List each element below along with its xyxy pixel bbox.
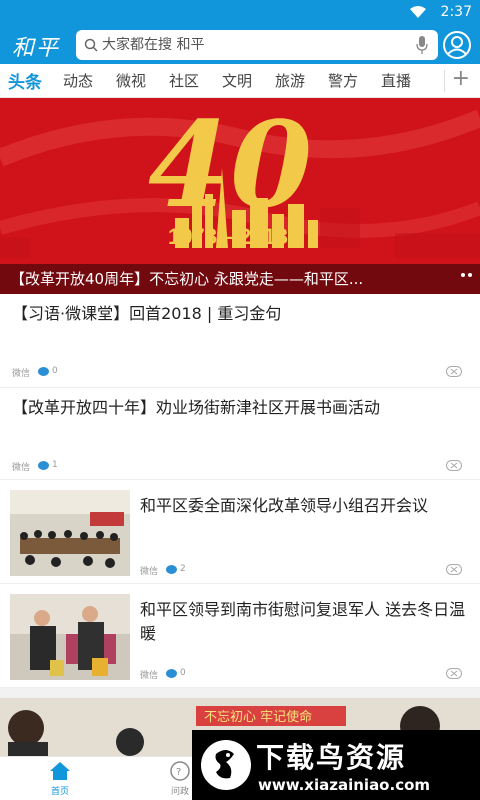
carousel-dot [468, 273, 472, 277]
hero-banner[interactable]: 40 1978—2018 【改革开放40周年】不忘初心 永跟党走——和平区... [0, 98, 480, 294]
app-logo[interactable]: 和平 [12, 30, 60, 62]
clock: 2:37 [440, 4, 472, 20]
tab-news[interactable]: 动态 [63, 70, 93, 91]
bird-logo-icon [201, 740, 251, 790]
home-icon [50, 762, 70, 780]
status-bar: 2:37 [0, 0, 480, 26]
banner-caption[interactable]: 【改革开放40周年】不忘初心 永跟党走——和平区... [0, 264, 480, 294]
tab-headlines[interactable]: 头条 [8, 68, 42, 93]
meeting-photo [10, 490, 130, 576]
news-thumbnail[interactable] [10, 490, 130, 576]
nav-home[interactable]: 首页 [30, 761, 90, 797]
news-title[interactable]: 和平区委全面深化改革领导小组召开会议 [140, 494, 474, 518]
tab-tourism[interactable]: 旅游 [275, 70, 305, 91]
news-source: 微信 [140, 671, 159, 681]
news-source: 微信 [12, 463, 31, 473]
comment-count: 0 [52, 366, 58, 376]
news-item[interactable]: 和平区领导到南市街慰问复退军人 送去冬日温暖 微信 0 [0, 584, 480, 688]
tab-divider [444, 70, 445, 92]
watermark-overlay: 下载鸟资源 www.xiazainiao.com [192, 730, 480, 800]
user-profile-icon[interactable] [442, 30, 472, 60]
news-thumbnail[interactable] [10, 594, 130, 680]
dismiss-icon[interactable] [446, 668, 462, 679]
promo-slogan: 不忘初心 牢记使命 [204, 709, 312, 725]
comment-count: 0 [180, 668, 186, 678]
news-item[interactable]: 【习语·微课堂】回首2018 | 重习金句 微信 0 [0, 294, 480, 388]
tab-live[interactable]: 直播 [381, 70, 411, 91]
carousel-indicator [458, 262, 472, 281]
category-tabs: 头条 动态 微视 社区 文明 旅游 警方 直播 + [0, 64, 480, 98]
tab-micro-video[interactable]: 微视 [116, 70, 146, 91]
news-source: 微信 [12, 369, 31, 379]
app-header: 和平 [0, 26, 480, 64]
news-title[interactable]: 【改革开放四十年】劝业场街新津社区开展书画活动 [12, 396, 472, 420]
comment-icon [38, 367, 49, 376]
comment-count: 1 [52, 460, 58, 470]
question-icon: ? [170, 761, 190, 781]
search-box[interactable] [76, 30, 438, 60]
dismiss-icon[interactable] [446, 366, 462, 377]
carousel-dot [461, 273, 465, 277]
news-item[interactable]: 和平区委全面深化改革领导小组召开会议 微信 2 [0, 480, 480, 584]
dismiss-icon[interactable] [446, 460, 462, 471]
comment-count: 2 [180, 564, 186, 574]
tab-civilization[interactable]: 文明 [222, 70, 252, 91]
search-icon [84, 38, 98, 52]
visit-photo [10, 594, 130, 680]
watermark-url: www.xiazainiao.com [258, 776, 431, 794]
news-item[interactable]: 【改革开放四十年】劝业场街新津社区开展书画活动 微信 1 [0, 388, 480, 480]
news-source: 微信 [140, 567, 159, 577]
nav-home-label: 首页 [50, 787, 69, 797]
comment-icon [166, 669, 177, 678]
news-title[interactable]: 和平区领导到南市街慰问复退军人 送去冬日温暖 [140, 598, 474, 646]
wifi-icon [410, 6, 426, 18]
dismiss-icon[interactable] [446, 564, 462, 575]
news-title[interactable]: 【习语·微课堂】回首2018 | 重习金句 [12, 302, 472, 326]
comment-icon [166, 565, 177, 574]
tab-community[interactable]: 社区 [169, 70, 199, 91]
add-tab-button[interactable]: + [452, 66, 470, 91]
banner-40-text: 40 [148, 98, 312, 234]
tab-police[interactable]: 警方 [328, 70, 358, 91]
microphone-icon[interactable] [416, 36, 428, 54]
comment-icon [38, 461, 49, 470]
svg-text:?: ? [176, 767, 181, 778]
search-input[interactable] [102, 35, 402, 55]
watermark-title: 下载鸟资源 [256, 741, 407, 774]
banner-years-text: 1978—2018 [168, 224, 288, 249]
section-gap [0, 688, 480, 698]
